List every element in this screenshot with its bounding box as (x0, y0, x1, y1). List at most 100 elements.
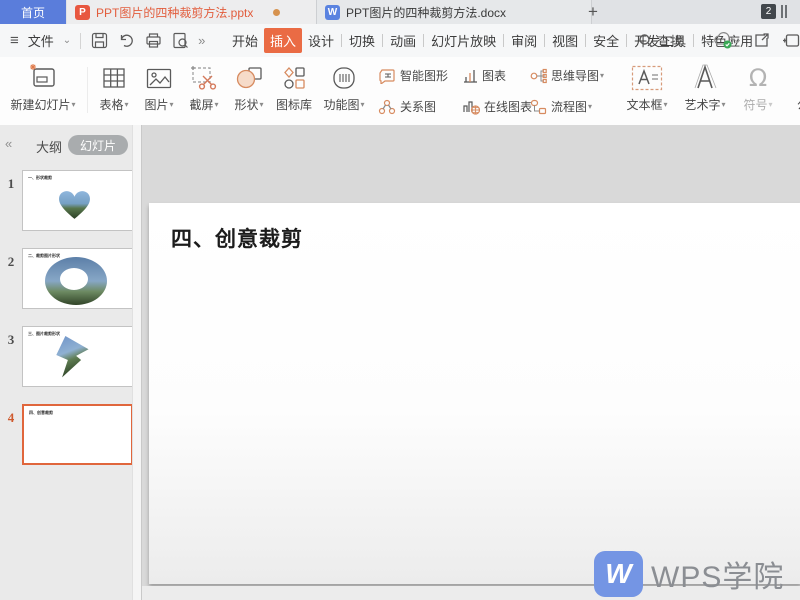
slide-number: 1 (4, 176, 18, 192)
screenshot-button[interactable]: 截屏▾ (182, 60, 226, 120)
print-preview-button[interactable] (171, 32, 189, 50)
tab-design[interactable]: 设计 (302, 28, 340, 53)
smart-graphic-button[interactable]: 智能图形 (378, 63, 458, 88)
more-tools-icon[interactable]: » (198, 33, 205, 48)
home-tab[interactable]: 首页 (0, 0, 66, 24)
presentation-file-icon: P (75, 5, 90, 20)
slide-editing-surface[interactable]: 四、创意裁剪 (149, 203, 800, 584)
divider (382, 34, 383, 47)
watermark-label: WPS学院 (651, 552, 784, 596)
new-tab-button[interactable]: + (582, 1, 604, 23)
print-icon (145, 32, 162, 49)
slide-thumbnail-4[interactable]: 4 四、创意裁剪 (0, 404, 132, 465)
wordart-icon (690, 64, 720, 92)
shape-button[interactable]: 形状▾ (227, 60, 271, 120)
slide-thumbnail-3[interactable]: 3 三、图片裁剪形状 (0, 326, 132, 387)
slide-thumbnail-1[interactable]: 1 一、形状裁剪 (0, 170, 132, 231)
flowchart-icon (530, 99, 547, 115)
slide-thumbnail-box: 二、裁剪图片形状 (22, 248, 133, 309)
share-button[interactable] (752, 32, 770, 50)
document-tab-label: PPT图片的四种裁剪方法.pptx (96, 4, 253, 21)
thumbnail-title: 一、形状裁剪 (28, 175, 52, 181)
screenshot-label: 截屏 (189, 96, 213, 113)
file-chevron-down-icon[interactable]: ⌄ (63, 35, 71, 46)
tab-view[interactable]: 视图 (546, 28, 584, 53)
hamburger-menu-icon[interactable]: ≡ (10, 32, 19, 49)
relation-diagram-button[interactable]: 关系图 (378, 94, 458, 119)
dropdown-arrow-icon: ▾ (600, 71, 604, 80)
smart-graphic-icon (378, 68, 396, 84)
dropdown-arrow-icon: ▾ (260, 100, 264, 109)
text-box-button[interactable]: 文本框▾ (620, 60, 674, 120)
tab-list-handle-icon[interactable] (781, 5, 789, 18)
tab-count-badge[interactable]: 2 (761, 4, 776, 19)
divider (693, 34, 694, 47)
wps-logo-icon: W (594, 551, 643, 597)
tab-security[interactable]: 安全 (587, 28, 625, 53)
slide-number: 4 (4, 410, 18, 426)
tab-transition[interactable]: 切换 (343, 28, 381, 53)
symbol-button[interactable]: Ω 符号▾ (736, 60, 780, 120)
icon-library-button[interactable]: 图标库 (272, 60, 316, 120)
cloud-sync-button[interactable] (712, 32, 740, 50)
tab-review[interactable]: 审阅 (505, 28, 543, 53)
outline-tab[interactable]: 大纲 (36, 137, 62, 156)
tab-start[interactable]: 开始 (226, 28, 264, 53)
online-chart-icon (462, 99, 480, 115)
find-button[interactable]: 查找 (638, 24, 683, 57)
table-button[interactable]: 表格▾ (92, 60, 136, 120)
formula-button[interactable]: ∏ 公式 (784, 60, 800, 120)
new-slide-button[interactable]: 新建幻灯片▾ (2, 60, 84, 120)
editing-canvas: 四、创意裁剪 W WPS学院 (141, 125, 800, 600)
tab-insert[interactable]: 插入 (264, 28, 302, 53)
document-tab-docx[interactable]: W PPT图片的四种裁剪方法.docx (316, 0, 592, 24)
wps-presentation-window: 首页 P PPT图片的四种裁剪方法.pptx W PPT图片的四种裁剪方法.do… (0, 0, 800, 600)
divider (423, 34, 424, 47)
new-window-button[interactable] (782, 32, 800, 50)
smart-graphic-label: 智能图形 (400, 67, 448, 84)
save-icon (91, 32, 108, 49)
lightning-photo-shape (51, 336, 93, 379)
table-icon (102, 67, 126, 89)
menu-bar: ≡ 文件 ⌄ » 开始 插入 设计 切换 动画 (0, 24, 800, 57)
cloud-sync-icon (712, 32, 740, 50)
dropdown-arrow-icon: ▾ (72, 100, 76, 109)
dropdown-arrow-icon: ▾ (769, 100, 773, 109)
find-label: 查找 (657, 31, 683, 50)
slide-thumbnail-box: 一、形状裁剪 (22, 170, 133, 231)
omega-symbol-icon: Ω (749, 64, 767, 92)
shape-label: 形状 (234, 96, 258, 113)
new-slide-label: 新建幻灯片 (10, 96, 70, 113)
dropdown-arrow-icon: ▾ (125, 100, 129, 109)
slide-title-text[interactable]: 四、创意裁剪 (171, 223, 303, 253)
slide-thumbnail-2[interactable]: 2 二、裁剪图片形状 (0, 248, 132, 309)
file-menu[interactable]: 文件 (28, 31, 54, 50)
window-tab-bar: 首页 P PPT图片的四种裁剪方法.pptx W PPT图片的四种裁剪方法.do… (0, 0, 800, 24)
icon-library-label: 图标库 (276, 96, 312, 113)
dropdown-arrow-icon: ▾ (361, 100, 365, 109)
picture-button[interactable]: 图片▾ (137, 60, 181, 120)
table-label: 表格 (99, 96, 123, 113)
tab-animation[interactable]: 动画 (384, 28, 422, 53)
mind-map-button[interactable]: 思维导图▾ (530, 63, 622, 88)
function-diagram-button[interactable]: 功能图▾ (318, 60, 370, 120)
chart-label: 图表 (482, 67, 506, 84)
text-box-icon (631, 65, 663, 91)
wps-academy-watermark: W WPS学院 (594, 551, 784, 597)
share-icon (753, 32, 770, 49)
wordart-button[interactable]: 艺术字▾ (678, 60, 732, 120)
heart-photo-shape (58, 189, 91, 221)
dropdown-arrow-icon: ▾ (170, 100, 174, 109)
slides-tab[interactable]: 幻灯片 (68, 135, 128, 155)
print-preview-icon (172, 32, 189, 49)
print-button[interactable] (144, 32, 162, 50)
divider (585, 34, 586, 47)
writer-file-icon: W (325, 5, 340, 20)
collapse-panel-icon[interactable]: « (5, 136, 12, 151)
document-tab-pptx[interactable]: P PPT图片的四种裁剪方法.pptx (67, 0, 331, 24)
save-button[interactable] (90, 32, 108, 50)
tab-slideshow[interactable]: 幻灯片放映 (425, 28, 502, 53)
relation-diagram-icon (378, 99, 396, 115)
flowchart-button[interactable]: 流程图▾ (530, 94, 622, 119)
undo-button[interactable] (117, 32, 135, 50)
